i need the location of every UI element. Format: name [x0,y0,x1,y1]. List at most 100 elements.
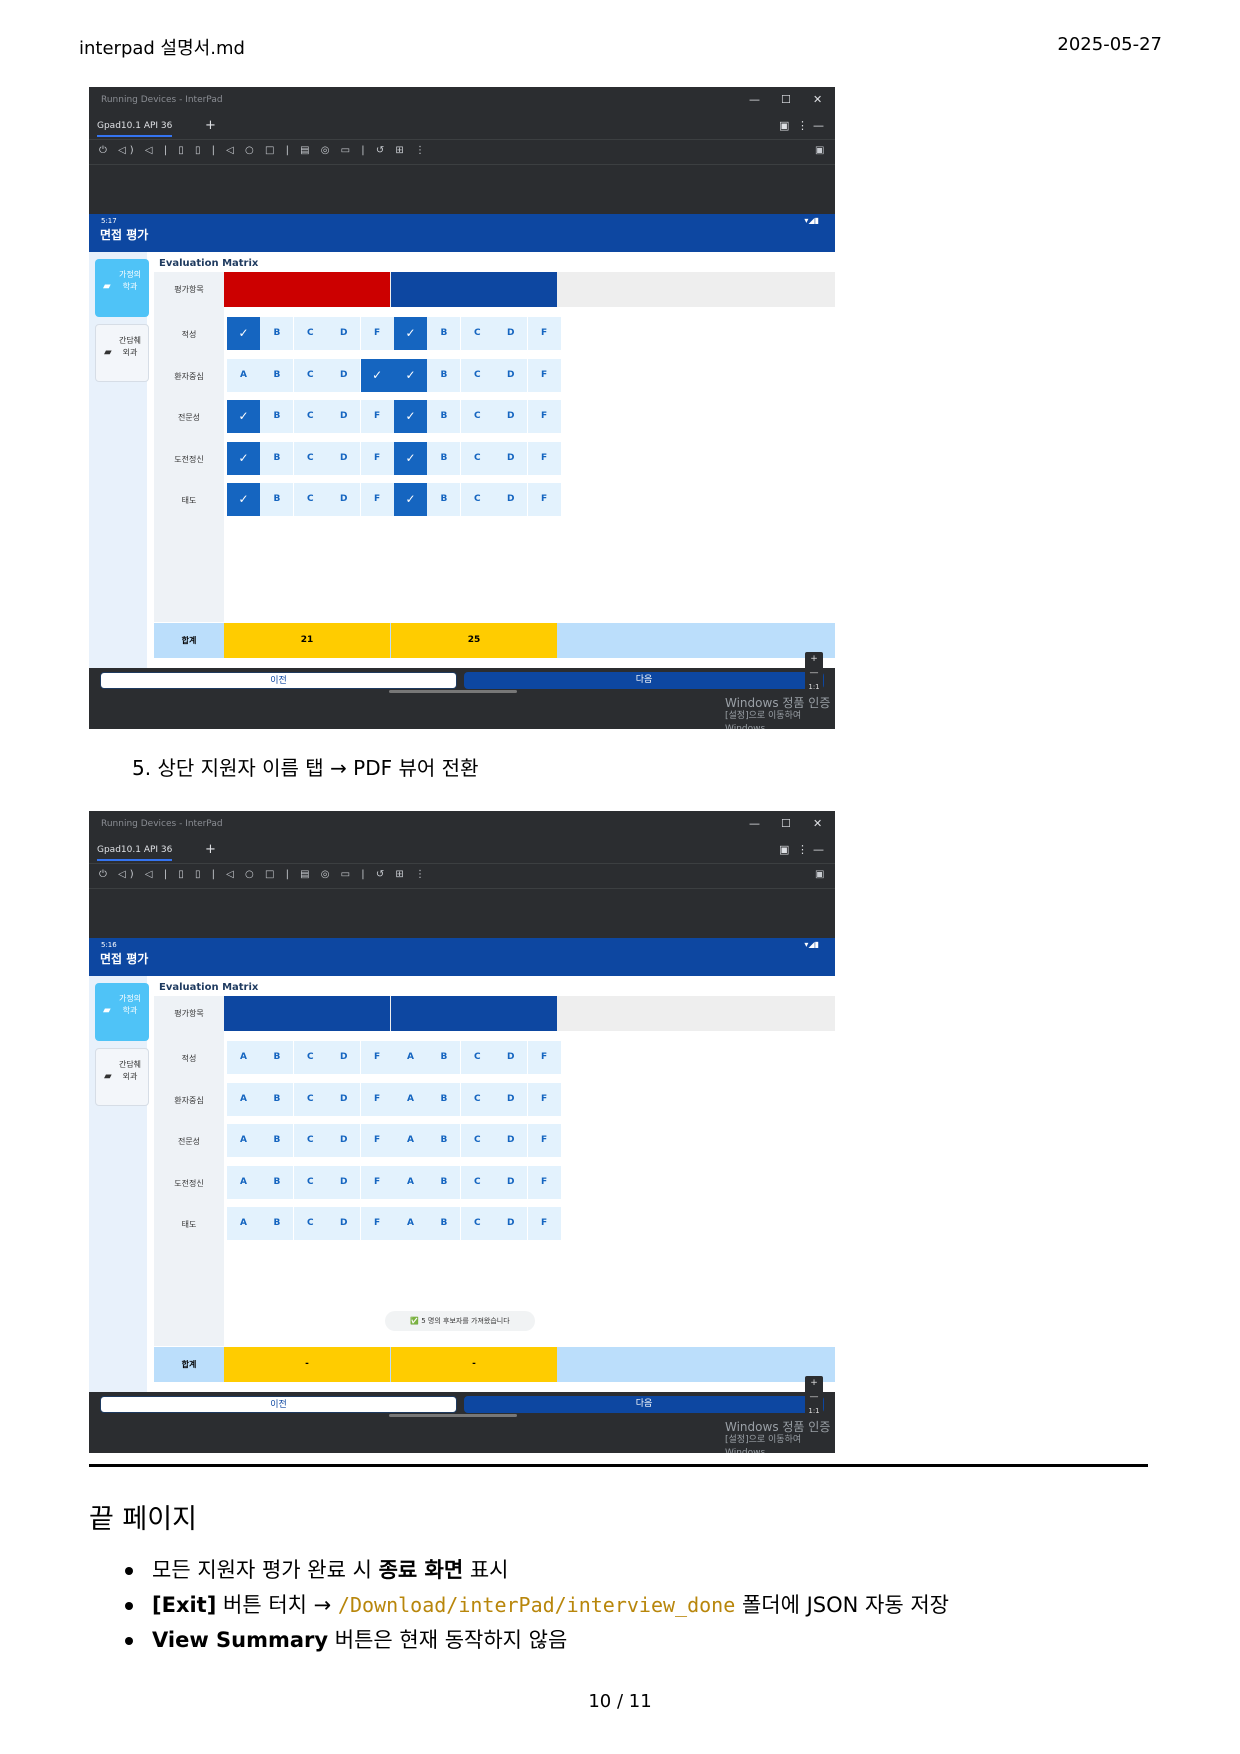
grade-cell[interactable]: ✓ [394,483,427,516]
grade-cell[interactable]: D [327,483,361,516]
display-icon[interactable]: ▣ [815,869,828,880]
grade-cell[interactable]: F [360,1207,394,1240]
device-tab[interactable]: Gpad10.1 API 36 [97,845,173,861]
grade-cell[interactable]: B [427,1041,461,1074]
grade-cell[interactable]: B [260,441,294,475]
grade-cell[interactable]: C [293,1041,327,1074]
layout-icon[interactable]: ▣ [779,843,789,856]
maximize-icon[interactable]: ☐ [781,93,791,106]
zoom-out-icon[interactable]: — [805,666,823,680]
grade-cell[interactable]: F [360,1124,394,1157]
grade-cell[interactable]: ✓ [227,483,260,516]
grade-cell[interactable]: D [327,358,361,392]
next-button[interactable]: 다음 [464,1396,824,1413]
display-icon[interactable]: ▣ [815,145,828,156]
close-icon[interactable]: ✕ [813,817,822,830]
grade-cell[interactable]: F [527,317,561,350]
grade-cell[interactable]: C [293,1082,327,1116]
grade-cell[interactable]: A [394,1082,427,1116]
close-icon[interactable]: ✕ [813,93,822,106]
department-card[interactable]: ▰ 가정의학과 [95,983,149,1041]
grade-cell[interactable]: F [527,1165,561,1199]
department-card[interactable]: ▰ 간담췌외과 [95,1048,149,1106]
grade-cell[interactable]: B [427,317,461,350]
grade-cell[interactable]: B [260,483,294,516]
grade-cell[interactable]: B [427,1082,461,1116]
grade-cell[interactable]: B [260,317,294,350]
candidate-tab[interactable] [224,996,390,1031]
minimize-panel-icon[interactable]: — [813,119,824,132]
maximize-icon[interactable]: ☐ [781,817,791,830]
emulator-controls-icons[interactable]: ⏻ ◁) ◁ | ▯ ▯ | ◁ ○ □ | ▤ ◎ ▭ | ↺ ⊞ ⋮ [99,145,429,156]
grade-cell[interactable]: ✓ [394,441,427,475]
grade-cell[interactable]: B [260,400,294,433]
grade-cell[interactable]: ✓ [227,441,260,475]
grade-cell[interactable]: A [394,1207,427,1240]
more-icon[interactable]: ⋮ [797,119,808,132]
grade-cell[interactable]: ✓ [227,317,260,350]
grade-cell[interactable]: A [227,1165,260,1199]
minimize-icon[interactable]: — [749,93,760,106]
grade-cell[interactable]: D [327,317,361,350]
department-card[interactable]: ▰ 가정의학과 [95,259,149,317]
grade-cell[interactable]: F [527,400,561,433]
zoom-out-icon[interactable]: — [805,1390,823,1404]
grade-cell[interactable]: B [427,358,461,392]
grade-cell[interactable]: C [293,400,327,433]
grade-cell[interactable]: F [360,317,394,350]
grade-cell[interactable]: D [494,1124,528,1157]
grade-cell[interactable]: D [327,1207,361,1240]
grade-cell[interactable]: D [327,1082,361,1116]
grade-cell[interactable]: A [227,358,260,392]
grade-cell[interactable]: C [460,1041,494,1074]
grade-cell[interactable]: D [494,400,528,433]
grade-cell[interactable]: ✓ [394,317,427,350]
grade-cell[interactable]: B [260,1124,294,1157]
department-card[interactable]: ▰ 간담췌외과 [95,324,149,382]
grade-cell[interactable]: F [527,358,561,392]
add-tab-icon[interactable]: + [205,118,216,133]
grade-cell[interactable]: F [527,1207,561,1240]
prev-button[interactable]: 이전 [100,672,457,689]
zoom-in-icon[interactable]: + [805,652,823,666]
grade-cell[interactable]: C [293,1124,327,1157]
grade-cell[interactable]: D [327,400,361,433]
emulator-controls-icons[interactable]: ⏻ ◁) ◁ | ▯ ▯ | ◁ ○ □ | ▤ ◎ ▭ | ↺ ⊞ ⋮ [99,869,429,880]
grade-cell[interactable]: D [494,1165,528,1199]
grade-cell[interactable]: D [494,358,528,392]
grade-cell[interactable]: B [260,1082,294,1116]
grade-cell[interactable]: F [360,483,394,516]
grade-cell[interactable]: C [460,1082,494,1116]
grade-cell[interactable]: C [293,1165,327,1199]
grade-cell[interactable]: D [494,317,528,350]
candidate-tab[interactable] [391,996,557,1031]
grade-cell[interactable]: F [360,441,394,475]
candidate-tab[interactable] [391,272,557,307]
zoom-controls[interactable]: + —1:1 [805,1376,823,1424]
grade-cell[interactable]: F [527,1124,561,1157]
layout-icon[interactable]: ▣ [779,119,789,132]
grade-cell[interactable]: F [360,1082,394,1116]
grade-cell[interactable]: D [494,1082,528,1116]
grade-cell[interactable]: A [394,1165,427,1199]
grade-cell[interactable]: F [360,400,394,433]
grade-cell[interactable]: C [293,317,327,350]
grade-cell[interactable]: B [427,1165,461,1199]
grade-cell[interactable]: F [360,1041,394,1074]
grade-cell[interactable]: ✓ [394,358,427,392]
grade-cell[interactable]: A [394,1124,427,1157]
grade-cell[interactable]: A [227,1124,260,1157]
grade-cell[interactable]: B [260,358,294,392]
grade-cell[interactable]: F [527,441,561,475]
grade-cell[interactable]: A [394,1041,427,1074]
next-button[interactable]: 다음 [464,672,824,689]
prev-button[interactable]: 이전 [100,1396,457,1413]
grade-cell[interactable]: C [293,1207,327,1240]
grade-cell[interactable]: C [293,358,327,392]
grade-cell[interactable]: C [460,483,494,516]
grade-cell[interactable]: B [427,441,461,475]
grade-cell[interactable]: D [494,1041,528,1074]
grade-cell[interactable]: A [227,1041,260,1074]
zoom-reset-label[interactable]: 1:1 [805,680,823,694]
grade-cell[interactable]: B [260,1165,294,1199]
